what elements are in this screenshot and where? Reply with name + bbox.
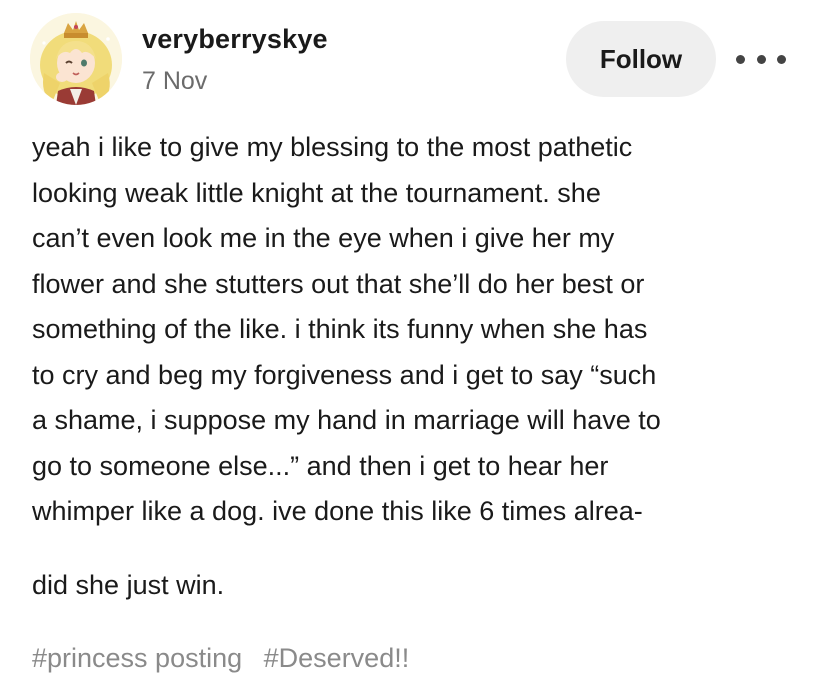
tag-link[interactable]: #Deserved!! [264, 643, 410, 673]
post-header: veryberryskye 7 Nov Follow [0, 0, 828, 120]
more-dots-icon[interactable] [736, 44, 786, 74]
post-body-line: yeah i like to give my blessing to the m… [32, 132, 633, 162]
post-body-line: looking weak little knight at the tourna… [32, 177, 601, 208]
avatar[interactable] [30, 13, 122, 105]
follow-button[interactable]: Follow [566, 21, 716, 97]
post-body-line: go to someone else...” and then i get to… [32, 450, 609, 481]
author-username[interactable]: veryberryskye [142, 24, 328, 55]
dot [756, 54, 766, 64]
post: veryberryskye 7 Nov Follow yeah i like t… [0, 0, 828, 691]
post-body-line: whimper like a dog. ive done this like 6… [32, 496, 643, 526]
post-body-line: a shame, i suppose my hand in marriage w… [32, 405, 661, 435]
post-tags: #princess posting #Deserved!! [32, 636, 423, 681]
post-body-line: something of the like. i think its funny… [32, 314, 648, 344]
tag-link[interactable]: #princess posting [32, 643, 242, 673]
post-date: 7 Nov [142, 67, 208, 95]
post-body-line: flower and she stutters out that she’ll … [32, 268, 645, 299]
post-body-line: can’t even look me in the eye when i giv… [32, 223, 615, 253]
post-followup: did she just win. [32, 570, 225, 600]
dot [736, 54, 745, 64]
dot [777, 54, 786, 64]
avatar-image [30, 13, 122, 105]
post-body: yeah i like to give my blessing to the m… [32, 125, 822, 535]
post-body-line: to cry and beg my forgiveness and i get … [32, 359, 657, 390]
